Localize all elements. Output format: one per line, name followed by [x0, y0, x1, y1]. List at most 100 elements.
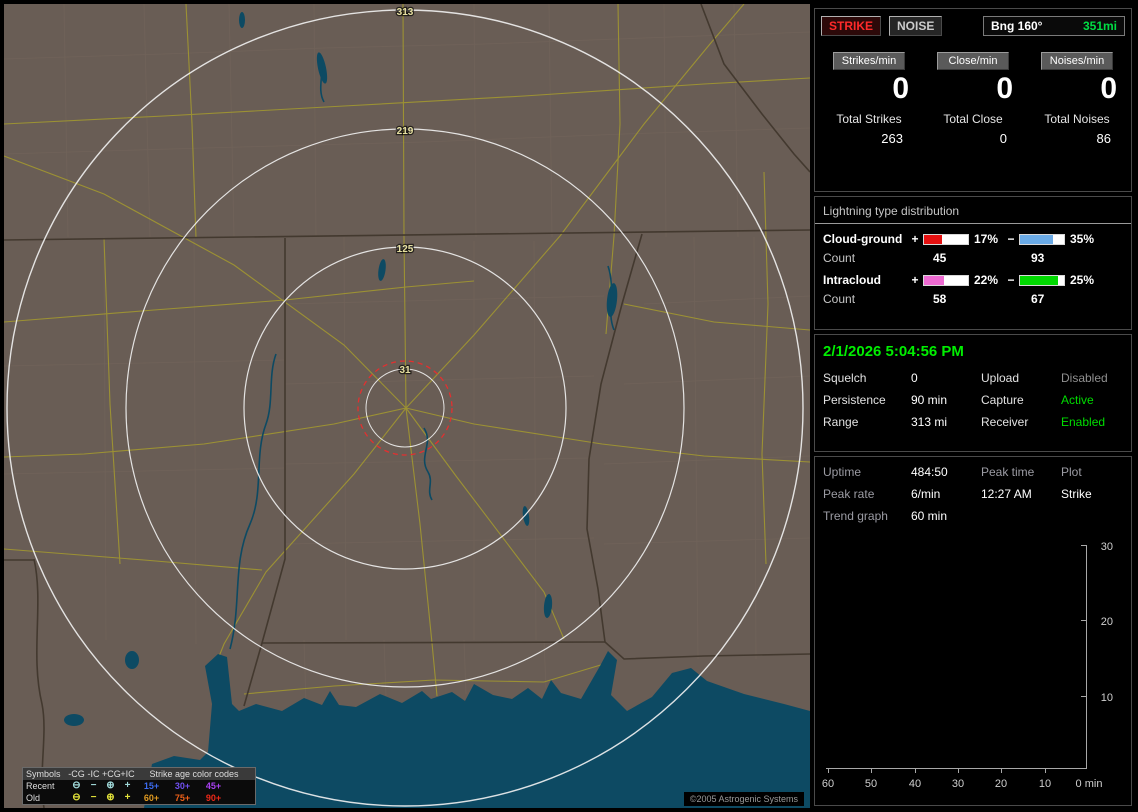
total-close-label: Total Close — [943, 111, 1003, 126]
cg-minus-percent: 35% — [1070, 232, 1095, 246]
map-canvas: 313 219 125 31 — [4, 4, 810, 808]
ic-plus-bar-fill — [924, 275, 945, 285]
age-90: 90+ — [205, 793, 222, 803]
x-tick — [915, 769, 916, 773]
status-row-range: Range 313 mi Receiver Enabled — [823, 415, 1123, 429]
noises-per-min-value: 0 — [1100, 72, 1117, 105]
y-tick — [1081, 696, 1086, 697]
recent-pos-cg-icon: ⊕ — [106, 780, 115, 791]
cloud-ground-count-row: Count 45 93 — [815, 246, 1131, 265]
recent-neg-ic-icon: − — [90, 780, 97, 791]
status-row-squelch: Squelch 0 Upload Disabled — [823, 371, 1123, 385]
plus-sign: + — [911, 273, 919, 287]
x-label-0min: 0 min — [1075, 778, 1103, 790]
legend-recent-label: Recent — [26, 781, 55, 791]
plot-label: Plot — [1061, 465, 1082, 479]
map-legend: Symbols -CG -IC +CG +IC Strike age color… — [22, 767, 256, 805]
lightning-map[interactable]: 313 219 125 31 Symbols -CG -IC +CG +IC S… — [4, 4, 810, 808]
legend-header: Symbols -CG -IC +CG +IC Strike age color… — [23, 768, 255, 780]
cg-minus-bar — [1019, 233, 1065, 245]
ring-label-313: 313 — [397, 7, 414, 18]
age-75: 75+ — [174, 793, 191, 803]
total-strikes-value: 263 — [881, 130, 903, 146]
recent-neg-cg-icon: ⊖ — [72, 780, 81, 791]
age-30: 30+ — [174, 781, 191, 791]
cg-plus-bar-fill — [924, 234, 942, 244]
minus-sign: − — [1007, 273, 1015, 287]
cg-plus-percent: 17% — [974, 232, 999, 246]
ic-minus-bar — [1019, 274, 1065, 286]
total-close-value: 0 — [999, 130, 1007, 146]
age-45: 45+ — [205, 781, 222, 791]
uptime-label: Uptime — [823, 465, 862, 479]
y-tick — [1081, 620, 1086, 621]
y-label-10: 10 — [1100, 692, 1113, 704]
rate-counters: Strikes/min 0 Total Strikes 263 Close/mi… — [815, 51, 1131, 146]
session-row-uptime: Uptime 484:50 Peak time Plot — [823, 465, 1123, 479]
age-60: 60+ — [143, 793, 160, 803]
peak-time-label: Peak time — [981, 465, 1035, 479]
cg-minus-count: 93 — [1031, 251, 1045, 265]
bearing-label: Bng 160° — [991, 19, 1043, 33]
distribution-box: Lightning type distribution Cloud-ground… — [814, 196, 1132, 330]
y-tick — [1081, 545, 1086, 546]
legend-row-recent: Recent ⊖ − ⊕ + 15+ 30+ 45+ — [23, 780, 255, 792]
receiver-label: Receiver — [981, 415, 1029, 429]
x-label-50: 50 — [864, 778, 878, 790]
close-per-min-button[interactable]: Close/min — [937, 52, 1009, 70]
old-neg-ic-icon: − — [90, 792, 97, 803]
legend-col-neg-ic: -IC — [87, 769, 100, 779]
cloud-ground-row: Cloud-ground + 17% − 35% — [815, 224, 1131, 246]
intracloud-label: Intracloud — [823, 273, 882, 287]
session-row-trend: Trend graph 60 min — [823, 509, 1123, 523]
bearing-readout: Bng 160° 351mi — [983, 16, 1125, 36]
x-tick — [828, 769, 829, 773]
ic-plus-percent: 22% — [974, 273, 999, 287]
trend-graph-span: 60 min — [911, 509, 948, 523]
cg-minus-bar-fill — [1020, 234, 1054, 244]
total-noises-value: 86 — [1096, 130, 1111, 146]
old-pos-cg-icon: ⊕ — [106, 792, 115, 803]
legend-row-old: Old ⊖ − ⊕ + 60+ 75+ 90+ — [23, 792, 255, 804]
trend-graph: 30 20 10 60 50 40 30 20 10 0 min — [821, 539, 1125, 799]
bearing-distance: 351mi — [1082, 19, 1117, 33]
capture-label: Capture — [981, 393, 1024, 407]
legend-col-neg-cg: -CG — [68, 769, 85, 779]
x-label-20: 20 — [994, 778, 1008, 790]
status-rows: Squelch 0 Upload Disabled Persistence 90… — [815, 367, 1131, 441]
close-column: Close/min 0 Total Close 0 — [921, 51, 1025, 146]
x-label-60: 60 — [821, 778, 835, 790]
ring-label-219: 219 — [397, 126, 414, 137]
trend-x-axis — [826, 768, 1087, 769]
noises-column: Noises/min 0 Total Noises 86 — [1025, 51, 1129, 146]
trend-graph-label: Trend graph — [823, 509, 888, 523]
strikes-per-min-button[interactable]: Strikes/min — [833, 52, 905, 70]
ring-label-125: 125 — [397, 244, 414, 255]
uptime-value: 484:50 — [911, 465, 948, 479]
mode-toolbar: STRIKE NOISE Bng 160° 351mi — [815, 9, 1131, 36]
legend-col-pos-ic: +IC — [120, 769, 135, 779]
status-box: 2/1/2026 5:04:56 PM Squelch 0 Upload Dis… — [814, 334, 1132, 452]
upload-label: Upload — [981, 371, 1020, 385]
legend-old-label: Old — [26, 793, 41, 803]
legend-col-pos-cg: +CG — [102, 769, 121, 779]
x-label-40: 40 — [908, 778, 922, 790]
range-value: 313 mi — [911, 415, 948, 429]
copyright-text: ©2005 Astrogenic Systems — [683, 792, 804, 806]
noises-per-min-button[interactable]: Noises/min — [1041, 52, 1113, 70]
intracloud-count-row: Count 58 67 — [815, 287, 1131, 306]
session-rows: Uptime 484:50 Peak time Plot Peak rate 6… — [815, 457, 1131, 535]
noise-mode-button[interactable]: NOISE — [889, 16, 943, 36]
strikes-per-min-value: 0 — [892, 72, 909, 105]
age-15: 15+ — [143, 781, 160, 791]
ring-label-31: 31 — [399, 365, 411, 376]
old-neg-cg-icon: ⊖ — [72, 792, 81, 803]
squelch-value: 0 — [911, 371, 918, 385]
cg-plus-count: 45 — [933, 251, 947, 265]
session-box: Uptime 484:50 Peak time Plot Peak rate 6… — [814, 456, 1132, 806]
datetime-display: 2/1/2026 5:04:56 PM — [823, 343, 964, 360]
old-pos-ic-icon: + — [124, 792, 131, 803]
strike-mode-button[interactable]: STRIKE — [821, 16, 882, 36]
total-noises-label: Total Noises — [1044, 111, 1110, 126]
legend-symbols-label: Symbols — [26, 769, 61, 779]
